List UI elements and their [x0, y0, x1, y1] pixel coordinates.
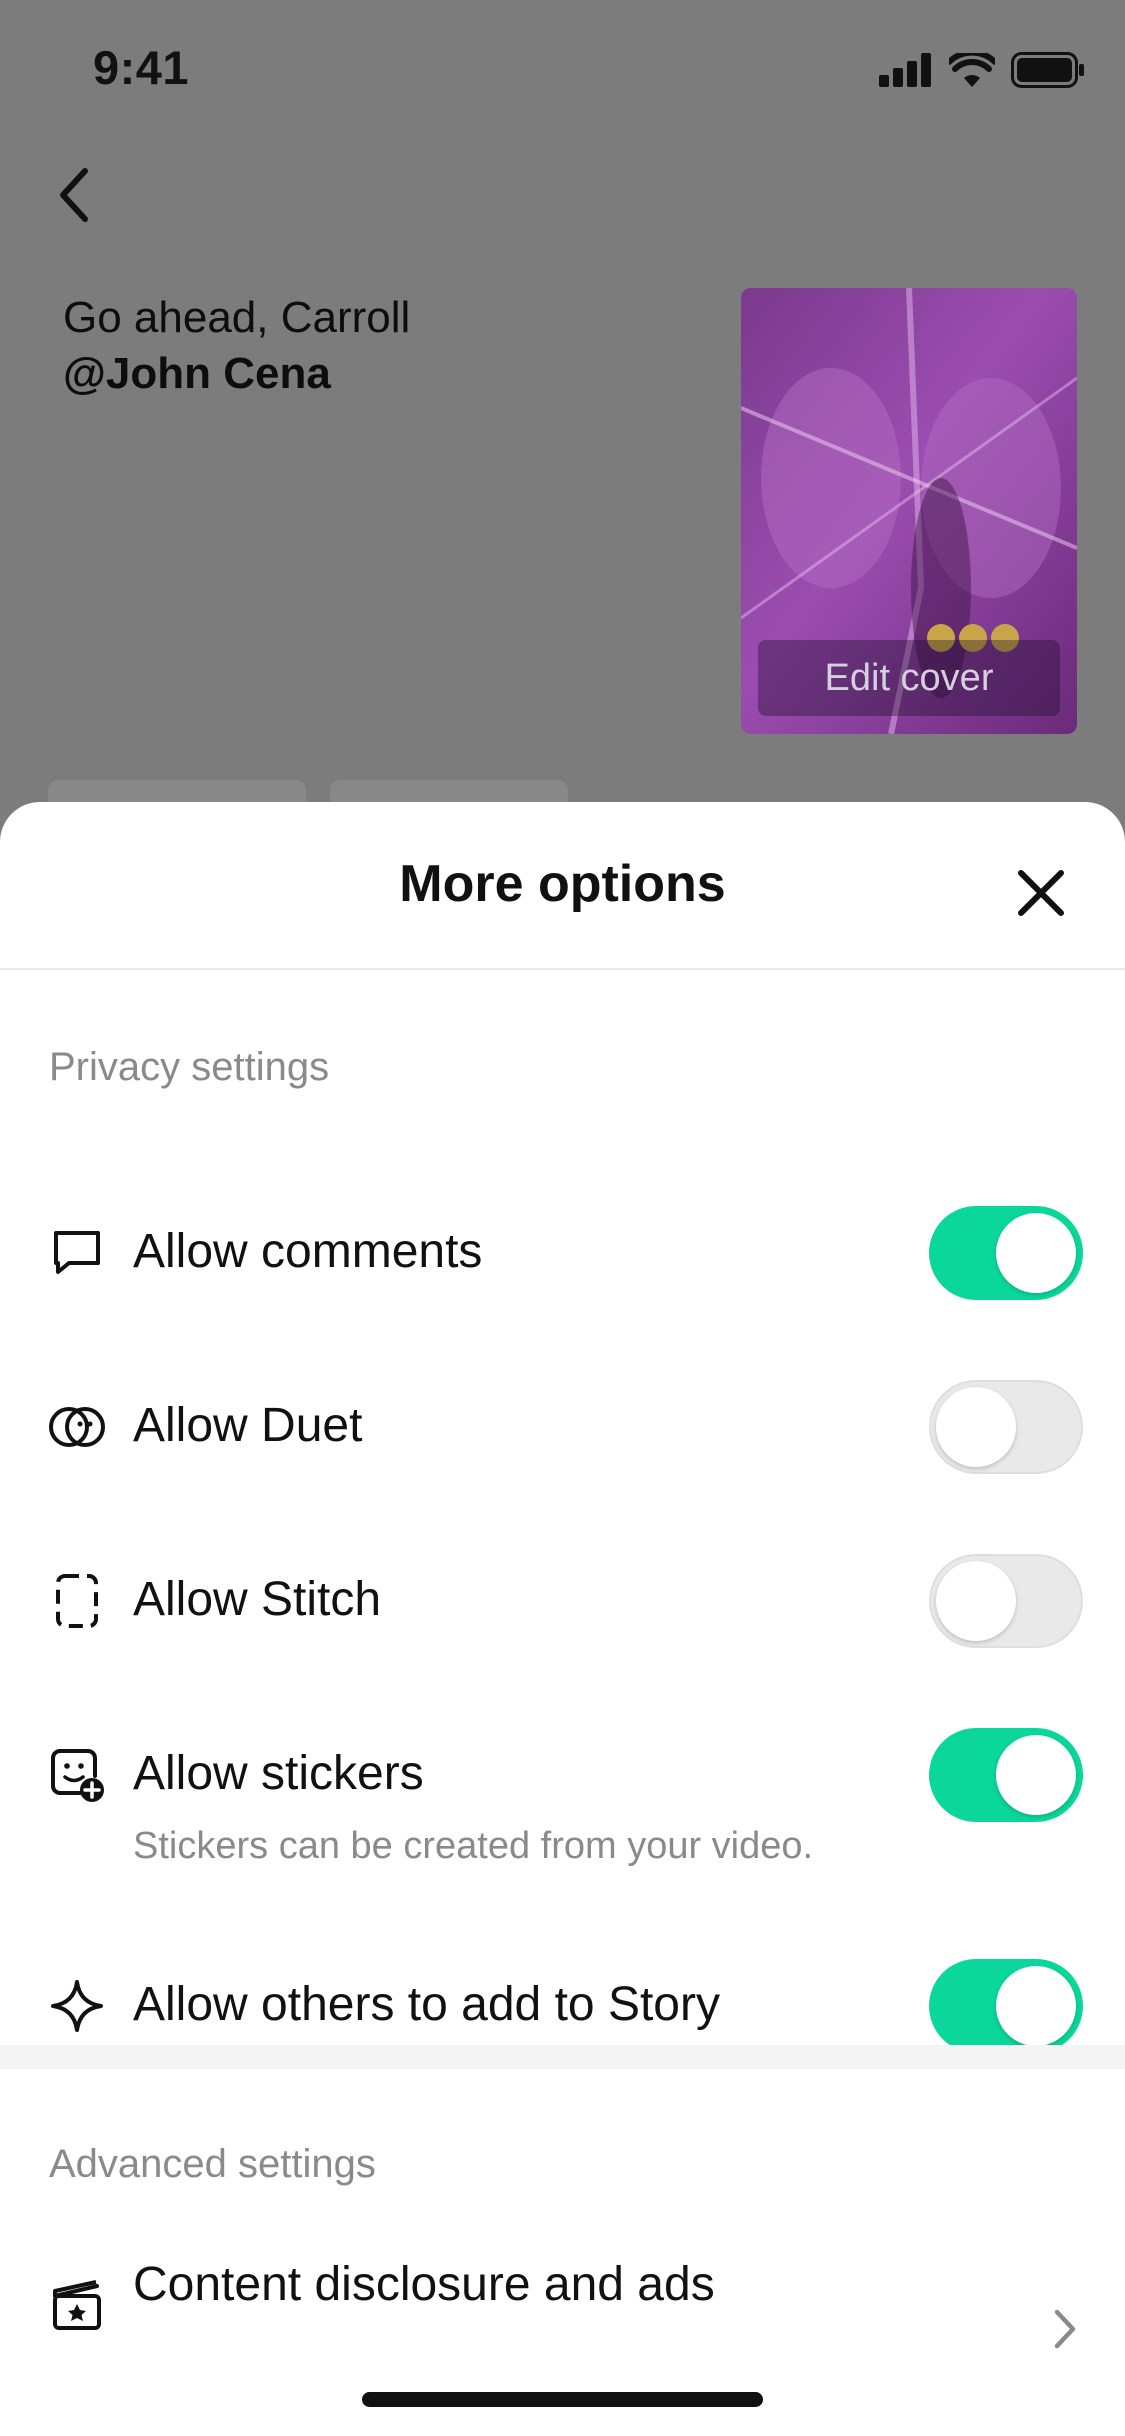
video-cover-thumbnail[interactable]: Edit cover	[741, 288, 1077, 734]
sheet-title: More options	[399, 855, 726, 913]
section-divider	[0, 2045, 1125, 2069]
chevron-right-icon	[1054, 2309, 1076, 2349]
close-button[interactable]	[1005, 857, 1077, 929]
option-label: Allow Duet	[133, 1399, 363, 1452]
post-caption[interactable]: Go ahead, Carroll @John Cena	[63, 290, 410, 402]
toggle-knob	[936, 1561, 1016, 1641]
option-allow-stitch: Allow Stitch	[0, 1542, 1125, 1652]
option-allow-duet: Allow Duet	[0, 1368, 1125, 1478]
caption-mention: @John Cena	[63, 349, 331, 398]
sheet-header: More options	[0, 802, 1125, 970]
option-allow-stickers: Allow stickers Stickers can be created f…	[0, 1716, 1125, 1906]
allow-stitch-toggle[interactable]	[929, 1554, 1083, 1648]
chevron-left-icon	[60, 168, 88, 222]
caption-text: Go ahead, Carroll	[63, 293, 411, 342]
option-label: Allow stickers	[133, 1747, 424, 1800]
option-label: Allow Stitch	[133, 1573, 382, 1626]
battery-icon	[1011, 52, 1084, 88]
toggle-knob	[936, 1387, 1016, 1467]
status-time: 9:41	[93, 41, 190, 94]
sticker-add-icon	[45, 1743, 109, 1807]
privacy-settings-label: Privacy settings	[49, 1045, 330, 1089]
back-button[interactable]	[40, 160, 110, 230]
option-allow-add-to-story: Allow others to add to Story	[0, 1947, 1125, 2057]
content-disclosure-row[interactable]: Content disclosure and ads	[0, 2254, 1125, 2394]
stitch-icon	[45, 1569, 109, 1633]
clapperboard-star-icon	[45, 2274, 109, 2338]
home-indicator	[362, 2392, 763, 2407]
content-disclosure-label: Content disclosure and ads	[133, 2258, 715, 2311]
status-icons	[879, 50, 1085, 90]
wifi-icon	[949, 53, 995, 87]
allow-duet-toggle[interactable]	[929, 1380, 1083, 1474]
cellular-signal-icon	[879, 53, 931, 87]
advanced-settings-label: Advanced settings	[49, 2142, 376, 2186]
allow-comments-toggle[interactable]	[929, 1206, 1083, 1300]
option-label: Allow others to add to Story	[133, 1978, 720, 2031]
allow-stickers-toggle[interactable]	[929, 1728, 1083, 1822]
more-options-sheet: More options Privacy settings Allow comm…	[0, 802, 1125, 2436]
allow-add-to-story-toggle[interactable]	[929, 1959, 1083, 2053]
comment-bubble-icon	[45, 1221, 109, 1285]
edit-cover-button[interactable]: Edit cover	[758, 640, 1060, 716]
sparkle-icon	[45, 1974, 109, 2038]
duet-icon	[45, 1395, 109, 1459]
toggle-knob	[996, 1213, 1076, 1293]
option-label: Allow comments	[133, 1225, 483, 1278]
status-bar: 9:41	[0, 0, 1125, 140]
option-allow-comments: Allow comments	[0, 1194, 1125, 1304]
toggle-knob	[996, 1735, 1076, 1815]
toggle-knob	[996, 1966, 1076, 2046]
close-icon	[1018, 870, 1064, 916]
option-subtitle: Stickers can be created from your video.	[133, 1825, 814, 1867]
